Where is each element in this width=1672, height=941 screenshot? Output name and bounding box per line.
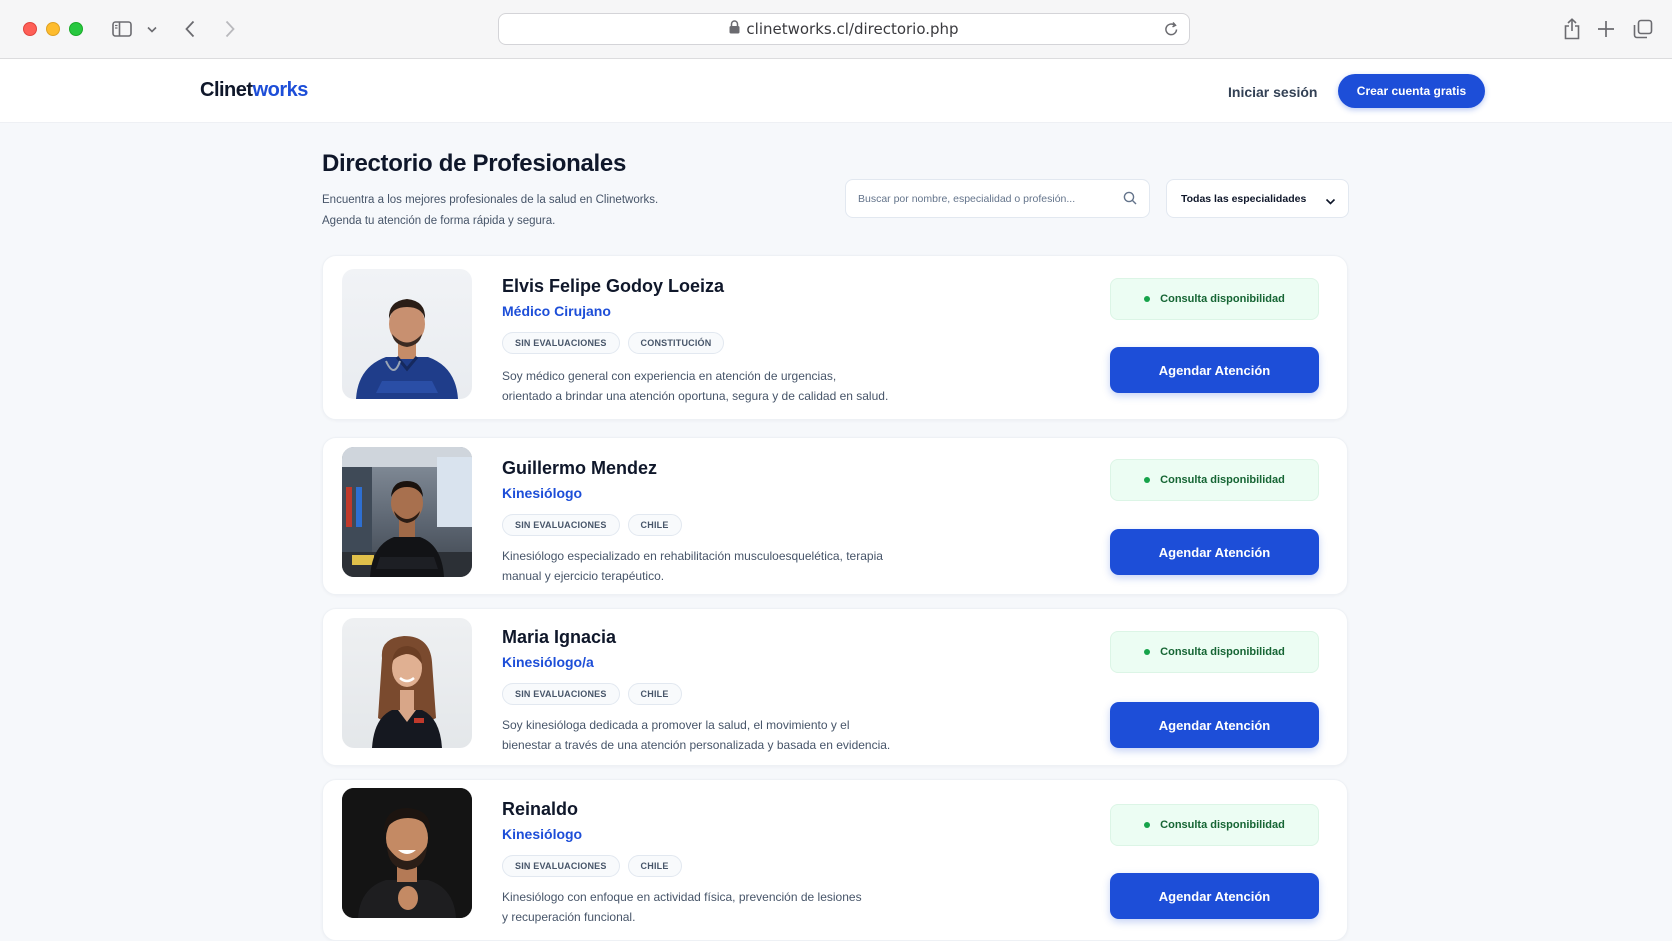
close-window-button[interactable] [23, 22, 37, 36]
profile-photo[interactable] [342, 447, 472, 577]
professional-description: Soy kinesióloga dedicada a promover la s… [502, 715, 932, 755]
professional-card: Maria Ignacia Kinesiólogo/a SIN EVALUACI… [322, 608, 1348, 766]
logo-text-clinet: Clinet [200, 79, 253, 101]
page-title: Directorio de Profesionales [322, 150, 626, 177]
description-line-2: bienestar a través de una atención perso… [502, 738, 891, 752]
tag-list: SIN EVALUACIONES CHILE [502, 683, 682, 705]
description-line-2: manual y ejercicio terapéutico. [502, 569, 665, 583]
tag-evaluations: SIN EVALUACIONES [502, 855, 620, 877]
tag-location: CONSTITUCIÓN [627, 332, 725, 354]
tag-list: SIN EVALUACIONES CONSTITUCIÓN [502, 332, 725, 354]
share-icon[interactable] [1562, 16, 1582, 42]
professional-specialty: Médico Cirujano [502, 303, 611, 319]
profile-photo[interactable] [342, 618, 472, 748]
professional-card: Elvis Felipe Godoy Loeiza Médico Cirujan… [322, 255, 1348, 420]
description-line-1: Kinesiólogo especializado en rehabilitac… [502, 549, 883, 563]
url-text: clinetworks.cl/directorio.php [746, 20, 959, 38]
status-dot-icon [1144, 296, 1151, 302]
tag-list: SIN EVALUACIONES CHILE [502, 855, 682, 877]
professional-name[interactable]: Maria Ignacia [502, 627, 616, 648]
browser-toolbar: clinetworks.cl/directorio.php [0, 0, 1672, 59]
tag-list: SIN EVALUACIONES CHILE [502, 514, 682, 536]
availability-badge: Consulta disponibilidad [1110, 631, 1319, 673]
book-appointment-button[interactable]: Agendar Atención [1110, 873, 1319, 919]
lock-icon [729, 19, 740, 39]
professional-specialty: Kinesiólogo [502, 826, 583, 842]
availability-text: Consulta disponibilidad [1160, 474, 1285, 486]
clinetworks-logo[interactable]: Clinetworks [200, 79, 308, 102]
availability-text: Consulta disponibilidad [1160, 646, 1285, 658]
description-line-1: Soy médico general con experiencia en at… [502, 369, 837, 383]
tag-location: CHILE [627, 855, 682, 877]
new-tab-icon[interactable] [1596, 16, 1616, 42]
book-appointment-button[interactable]: Agendar Atención [1110, 529, 1319, 575]
site-header: Clinetworks Iniciar sesión Crear cuenta … [0, 59, 1672, 123]
status-dot-icon [1144, 822, 1151, 828]
chevron-down-icon[interactable] [146, 16, 158, 42]
page-subtitle: Encuentra a los mejores profesionales de… [322, 190, 742, 232]
availability-text: Consulta disponibilidad [1160, 293, 1285, 305]
description-line-1: Kinesiólogo con enfoque en actividad fís… [502, 890, 862, 904]
availability-badge: Consulta disponibilidad [1110, 278, 1319, 320]
professional-card: Guillermo Mendez Kinesiólogo SIN EVALUAC… [322, 437, 1348, 595]
sidebar-toggle-icon[interactable] [111, 16, 133, 42]
book-appointment-button[interactable]: Agendar Atención [1110, 347, 1319, 393]
reload-icon[interactable] [1164, 21, 1179, 42]
tag-evaluations: SIN EVALUACIONES [502, 332, 620, 354]
description-line-2: orientado a brindar una atención oportun… [502, 389, 889, 403]
search-icon[interactable] [1123, 191, 1137, 210]
tag-evaluations: SIN EVALUACIONES [502, 683, 620, 705]
professional-specialty: Kinesiólogo [502, 485, 583, 501]
login-link[interactable]: Iniciar sesión [1228, 84, 1317, 100]
search-input[interactable] [858, 180, 1118, 217]
professional-name[interactable]: Reinaldo [502, 799, 578, 820]
book-appointment-button[interactable]: Agendar Atención [1110, 702, 1319, 748]
professional-description: Kinesiólogo especializado en rehabilitac… [502, 546, 932, 586]
availability-badge: Consulta disponibilidad [1110, 804, 1319, 846]
page-subtitle-line-2: Agenda tu atención de forma rápida y seg… [322, 215, 556, 227]
professional-card: Reinaldo Kinesiólogo SIN EVALUACIONES CH… [322, 779, 1348, 941]
tag-location: CHILE [627, 514, 682, 536]
status-dot-icon [1144, 649, 1151, 655]
logo-text-works: works [252, 79, 309, 101]
signup-button[interactable]: Crear cuenta gratis [1338, 74, 1485, 108]
minimize-window-button[interactable] [46, 22, 60, 36]
profile-photo[interactable] [342, 269, 472, 399]
search-box [845, 179, 1150, 218]
specialty-filter-value: Todas las especialidades [1181, 192, 1307, 205]
page-subtitle-line-1: Encuentra a los mejores profesionales de… [322, 194, 659, 206]
zoom-window-button[interactable] [69, 22, 83, 36]
forward-arrow-icon[interactable] [222, 16, 238, 42]
back-arrow-icon[interactable] [182, 16, 198, 42]
professional-description: Soy médico general con experiencia en at… [502, 366, 932, 406]
specialty-filter-select[interactable]: Todas las especialidades [1166, 179, 1349, 218]
description-line-2: y recuperación funcional. [502, 910, 636, 924]
availability-badge: Consulta disponibilidad [1110, 459, 1319, 501]
tag-location: CHILE [627, 683, 682, 705]
professional-specialty: Kinesiólogo/a [502, 654, 594, 670]
tag-evaluations: SIN EVALUACIONES [502, 514, 620, 536]
address-bar[interactable]: clinetworks.cl/directorio.php [498, 13, 1190, 45]
chevron-down-icon [1325, 193, 1336, 211]
status-dot-icon [1144, 477, 1151, 483]
availability-text: Consulta disponibilidad [1160, 819, 1285, 831]
professional-name[interactable]: Guillermo Mendez [502, 458, 657, 479]
tab-overview-icon[interactable] [1632, 16, 1654, 42]
professional-description: Kinesiólogo con enfoque en actividad fís… [502, 887, 932, 927]
professional-name[interactable]: Elvis Felipe Godoy Loeiza [502, 276, 724, 297]
profile-photo[interactable] [342, 788, 472, 918]
description-line-1: Soy kinesióloga dedicada a promover la s… [502, 718, 850, 732]
